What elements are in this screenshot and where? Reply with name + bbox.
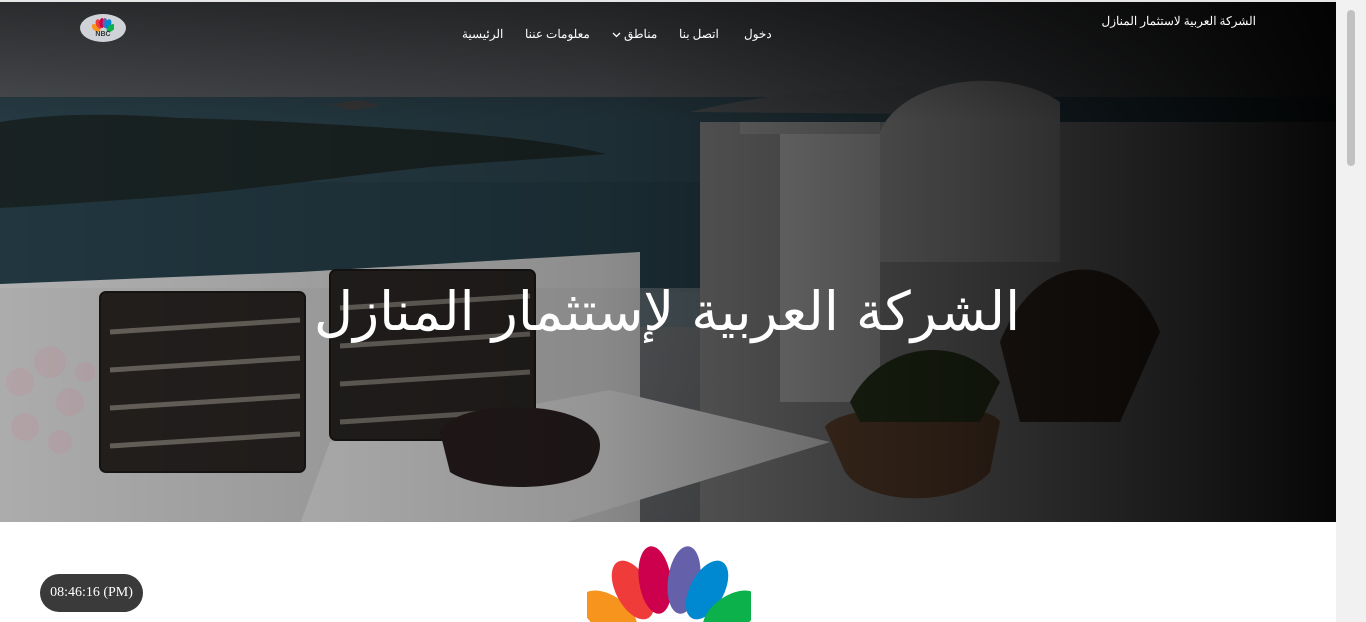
nav-regions-label: مناطق xyxy=(624,27,658,41)
logo-text: NBC xyxy=(95,31,111,38)
clock-badge: 08:46:16 (PM) xyxy=(40,574,143,612)
nav-login[interactable]: دخول xyxy=(744,27,780,42)
nav-contact[interactable]: اتصل بنا xyxy=(679,27,727,42)
nbc-peacock-logo xyxy=(587,546,751,622)
hero-title: الشركة العربية لإستثمار المنازل xyxy=(0,280,1336,343)
nav-regions[interactable]: مناطق xyxy=(612,27,660,42)
chevron-down-icon xyxy=(612,32,621,37)
page: NBC الرئيسية معلومات عننا مناطق اتصل بنا… xyxy=(0,0,1336,622)
nav-about[interactable]: معلومات عننا xyxy=(525,27,595,42)
scrollbar-thumb[interactable] xyxy=(1347,10,1355,166)
hero-overlay xyxy=(0,2,1336,522)
brand-name[interactable]: الشركة العربية لاستثمار المنازل xyxy=(1101,14,1256,29)
vertical-scrollbar[interactable] xyxy=(1336,0,1366,622)
hero-banner: NBC الرئيسية معلومات عننا مناطق اتصل بنا… xyxy=(0,0,1336,522)
nav-home[interactable]: الرئيسية xyxy=(462,27,506,42)
hero-title-text: الشركة العربية لإستثمار المنازل xyxy=(313,280,1021,343)
nbc-logo-small[interactable]: NBC xyxy=(80,14,126,42)
